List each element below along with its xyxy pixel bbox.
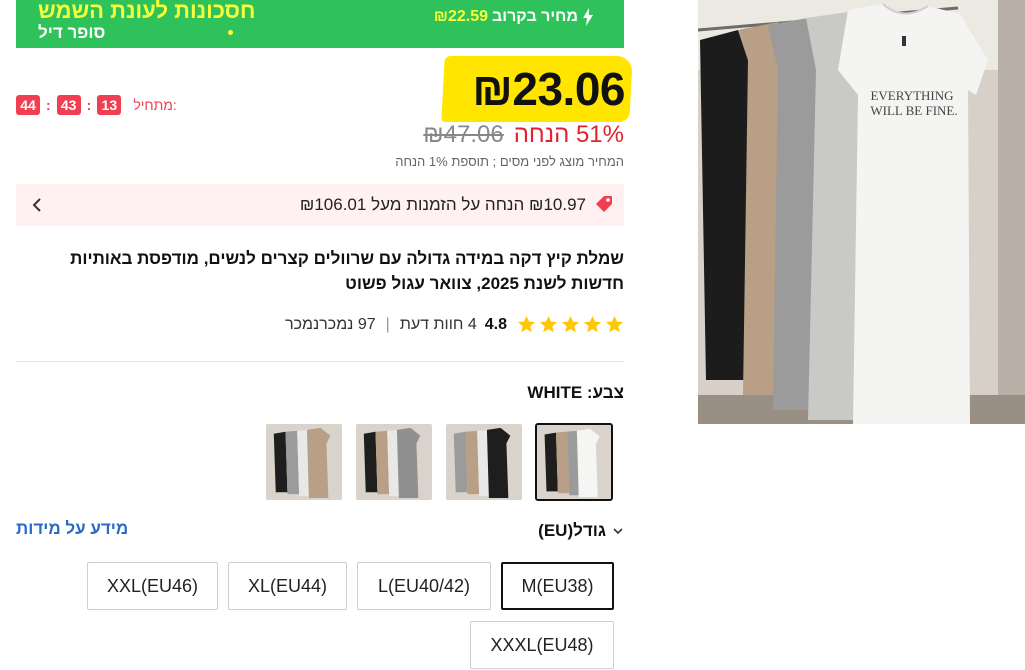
size-option-xxxl[interactable]: XXXL(EU48): [470, 621, 614, 669]
star-icon: [517, 315, 536, 333]
promo-banner[interactable]: חסכונות לעונת השמש סופר דיל מחיר בקרוב ₪…: [16, 0, 624, 48]
color-swatch-khaki[interactable]: [265, 423, 343, 501]
rating-row[interactable]: 4.8 4 חוות דעת | 97 נמכרנמכר: [285, 315, 624, 334]
banner-upcoming-value: ₪22.59: [433, 8, 489, 25]
countdown-timer: 44 : 43 : 13 מתחיל:: [16, 95, 177, 115]
chevron-left-icon[interactable]: [30, 196, 44, 214]
coupon-bar[interactable]: ₪10.97 הנחה על הזמנות מעל ₪106.01: [16, 184, 624, 226]
current-price: ₪23.06: [472, 63, 625, 115]
price-note: המחיר מוצג לפני מסים ; תוספת 1% הנחה: [395, 154, 624, 169]
chevron-down-icon: [613, 528, 623, 535]
size-option-xxl[interactable]: XXL(EU46): [87, 562, 218, 610]
sold-count: 97 נמכרנמכר: [285, 315, 376, 333]
banner-subtitle: סופר דיל: [38, 23, 106, 42]
countdown-minutes: 43: [56, 95, 81, 115]
size-label-text: גודל(EU): [538, 521, 606, 540]
star-icon: [561, 315, 580, 333]
color-swatch-gray[interactable]: [355, 423, 433, 501]
swatch-image-gray: [356, 424, 432, 500]
banner-dot: [228, 30, 233, 35]
countdown-separator: :: [86, 97, 92, 113]
size-guide-link[interactable]: מידע על מידות: [16, 519, 128, 539]
discount-percent: 51% הנחה: [513, 121, 624, 148]
star-rating: [517, 315, 624, 334]
color-swatch-black[interactable]: [445, 423, 523, 501]
lightning-icon: [583, 8, 593, 26]
countdown-separator: :: [46, 97, 51, 113]
original-price: ₪47.06: [423, 121, 504, 148]
star-icon: [605, 315, 624, 333]
swatch-image-white: [537, 425, 611, 499]
product-title: שמלת קיץ דקה במידה גדולה עם שרוולים קצרי…: [70, 249, 624, 293]
banner-title: חסכונות לעונת השמש: [38, 0, 256, 23]
star-icon: [583, 315, 602, 333]
color-label: צבע: WHITE: [527, 383, 624, 402]
divider: [16, 361, 624, 362]
swatch-image-khaki: [266, 424, 342, 500]
banner-upcoming-price: מחיר בקרוב ₪22.59: [434, 8, 594, 26]
price-discount-row: 51% הנחה ₪47.06: [423, 121, 624, 149]
color-swatch-white[interactable]: [535, 423, 613, 501]
coupon-tag-icon: [596, 196, 612, 212]
star-icon: [539, 315, 558, 333]
countdown-seconds: 44: [16, 95, 40, 115]
size-option-m[interactable]: M(EU38): [501, 562, 614, 610]
image-print-line2: WILL BE FINE.: [870, 103, 957, 118]
size-label[interactable]: גודל(EU): [538, 521, 624, 541]
countdown-hours: 13: [97, 95, 122, 115]
banner-upcoming-label: מחיר בקרוב: [492, 8, 578, 25]
coupon-text: ₪10.97 הנחה על הזמנות מעל ₪106.01: [299, 195, 586, 214]
product-photo: EVERYTHING WILL BE FINE.: [698, 0, 1025, 424]
image-print-line1: EVERYTHING: [870, 88, 953, 103]
rating-score: 4.8: [484, 315, 507, 333]
product-image[interactable]: EVERYTHING WILL BE FINE.: [698, 0, 1025, 424]
review-count[interactable]: 4 חוות דעת: [400, 316, 477, 334]
size-option-xl[interactable]: XL(EU44): [228, 562, 347, 610]
rating-separator: |: [385, 315, 390, 333]
swatch-image-black: [446, 424, 522, 500]
size-option-l[interactable]: L(EU40/42): [357, 562, 491, 610]
countdown-label: מתחיל:: [133, 97, 177, 113]
